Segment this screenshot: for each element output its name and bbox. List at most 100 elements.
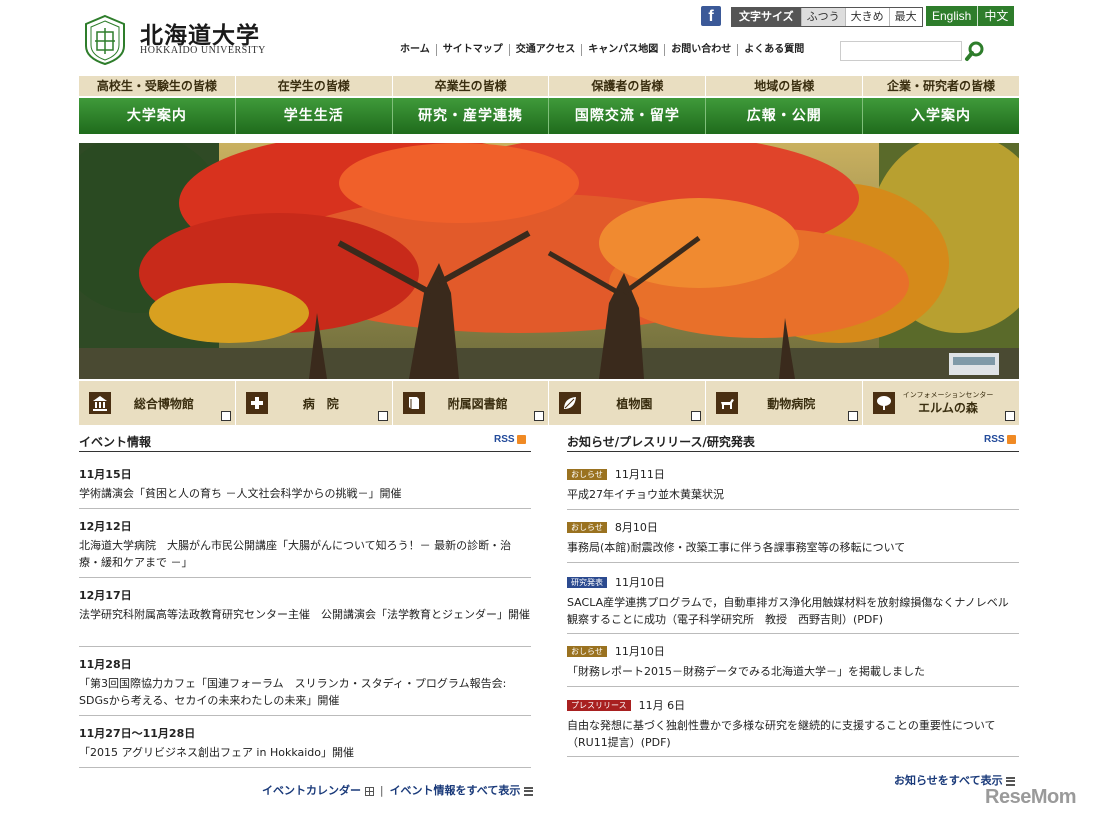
utility-nav: ホーム サイトマップ 交通アクセス キャンパス地図 お問い合わせ よくある質問 (394, 44, 810, 56)
calendar-grid-icon (364, 786, 374, 796)
font-size-normal-button[interactable]: ふつう (800, 8, 845, 26)
facility-label: インフォメーションセンター エルムの森 (902, 390, 994, 415)
util-link-access[interactable]: 交通アクセス (508, 44, 582, 56)
external-window-icon (848, 411, 859, 421)
facility-label: 附属図書館 (447, 396, 508, 411)
lang-english-button[interactable]: English (926, 6, 978, 26)
event-link[interactable]: 法学研究科附属高等法政教育研究センター主催 公開講演会「法学教育とジェンダー」開… (79, 606, 531, 623)
main-nav: 大学案内 学生生活 研究・産学連携 国際交流・留学 広報・公開 入学案内 (79, 98, 1019, 134)
all-events-link[interactable]: イベント情報をすべて表示 (390, 782, 534, 798)
facebook-icon[interactable]: f (701, 6, 721, 26)
leaf-icon (559, 392, 582, 414)
font-size-selector: 文字サイズ ふつう 大きめ 最大 (731, 7, 923, 27)
university-name-en[interactable]: HOKKAIDO UNIVERSITY (140, 45, 266, 56)
rss-icon (516, 435, 526, 444)
util-link-contact[interactable]: お問い合わせ (664, 44, 737, 56)
animal-icon (716, 392, 739, 414)
event-link[interactable]: 「2015 アグリビジネス創出フェア in Hokkaido」開催 (79, 744, 531, 761)
util-link-campus-map[interactable]: キャンパス地図 (581, 44, 664, 56)
news-link[interactable]: 事務局(本館)耐震改修・改築工事に伴う各課事務室等の移転について (567, 539, 1019, 556)
news-item-divider (567, 756, 1019, 757)
event-date: 12月12日 (79, 520, 132, 533)
news-item: プレスリリース 11月 6日 自由な発想に基づく独創性豊かで多様な研究を継続的に支… (567, 697, 1019, 751)
event-divider (79, 577, 531, 578)
search-input[interactable] (840, 41, 962, 61)
events-section-title: イベント情報 (79, 435, 152, 449)
nav-international[interactable]: 国際交流・留学 (548, 98, 705, 134)
facility-hospital[interactable]: 病 院 (234, 381, 392, 425)
news-item: 研究発表 11月10日 SACLA産学連携プログラムで，自動車排ガス浄化用触媒材料… (567, 574, 1019, 628)
news-badge: プレスリリース (567, 699, 631, 711)
list-icon (524, 786, 534, 796)
nav-about[interactable]: 大学案内 (79, 98, 235, 134)
news-item: おしらせ 11月11日 平成27年イチョウ並木黄葉状況 (567, 466, 1019, 503)
list-icon (1006, 776, 1016, 786)
news-item: おしらせ 11月10日 「財務レポート2015－財務データでみる北海道大学－」を掲… (567, 643, 1019, 680)
nav-public-relations[interactable]: 広報・公開 (705, 98, 862, 134)
event-item: 12月17日 法学研究科附属高等法政教育研究センター主催 公開講演会「法学教育と… (79, 587, 531, 623)
news-link[interactable]: 「財務レポート2015－財務データでみる北海道大学－」を掲載しました (567, 663, 1019, 680)
event-item: 11月28日 「第3回国際協力カフェ「国連フォーラム スリランカ・スタディ・プロ… (79, 656, 531, 709)
facility-label: 病 院 (302, 396, 339, 411)
event-calendar-link[interactable]: イベントカレンダー (262, 782, 374, 798)
news-badge: 研究発表 (567, 576, 607, 588)
audience-link-business[interactable]: 企業・研究者の皆様 (862, 76, 1019, 96)
facility-botanic-garden[interactable]: 植物園 (548, 381, 705, 425)
event-link[interactable]: 北海道大学病院 大腸がん市民公開講座「大腸がんについて知ろう！－ 最新の診断・治… (79, 537, 531, 571)
search-icon[interactable] (964, 40, 986, 62)
facility-elm-forest[interactable]: インフォメーションセンター エルムの森 (862, 381, 1019, 425)
audience-link-alumni[interactable]: 卒業生の皆様 (391, 76, 549, 96)
facility-library[interactable]: 附属図書館 (391, 381, 549, 425)
event-divider (79, 767, 531, 768)
nav-student-life[interactable]: 学生生活 (234, 98, 392, 134)
event-date: 11月27日～11月28日 (79, 727, 196, 740)
audience-nav: 高校生・受験生の皆様 在学生の皆様 卒業生の皆様 保護者の皆様 地域の皆様 企業… (79, 76, 1019, 96)
event-link[interactable]: 学術講演会「貧困と人の育ち －人文社会科学からの挑戦－」開催 (79, 485, 531, 502)
font-size-label: 文字サイズ (732, 8, 801, 26)
external-window-icon (1004, 411, 1015, 421)
news-date: 11月11日 (614, 468, 665, 481)
event-date: 11月15日 (79, 468, 132, 481)
hospital-cross-icon (245, 392, 268, 414)
font-size-large-button[interactable]: 大きめ (844, 8, 889, 26)
audience-link-prospective[interactable]: 高校生・受験生の皆様 (79, 76, 235, 96)
news-divider (567, 451, 1019, 452)
news-link[interactable]: SACLA産学連携プログラムで，自動車排ガス浄化用触媒材料を放射線損傷なくナノレ… (567, 594, 1019, 628)
util-link-faq[interactable]: よくある質問 (737, 44, 810, 56)
event-date: 12月17日 (79, 589, 132, 602)
resemom-watermark: ReseMom (985, 786, 1076, 808)
event-link[interactable]: 「第3回国際協力カフェ「国連フォーラム スリランカ・スタディ・プログラム報告会:… (79, 675, 531, 709)
font-size-max-button[interactable]: 最大 (888, 8, 922, 26)
university-emblem-logo[interactable] (80, 14, 130, 66)
news-date: 11月 6日 (638, 699, 686, 712)
nav-admissions[interactable]: 入学案内 (862, 98, 1019, 134)
news-badge: おしらせ (567, 645, 607, 657)
external-window-icon (534, 411, 545, 421)
external-window-icon (377, 411, 388, 421)
nav-research[interactable]: 研究・産学連携 (391, 98, 549, 134)
news-item-divider (567, 562, 1019, 563)
audience-link-parents[interactable]: 保護者の皆様 (548, 76, 705, 96)
lang-chinese-button[interactable]: 中文 (977, 6, 1015, 26)
audience-link-students[interactable]: 在学生の皆様 (234, 76, 392, 96)
news-date: 8月10日 (614, 521, 658, 534)
hero-autumn-maple-image (79, 143, 1019, 379)
events-divider (79, 451, 531, 452)
facility-links: 総合博物館 病 院 附属図書館 植物園 動物病院 インフォメーションセンター エル (79, 381, 1019, 425)
link-separator: | (379, 783, 384, 797)
news-item-divider (567, 686, 1019, 687)
facility-label: 総合博物館 (133, 396, 194, 411)
event-item: 11月27日～11月28日 「2015 アグリビジネス創出フェア in Hokk… (79, 725, 531, 761)
news-rss-link[interactable]: RSS (984, 434, 1016, 445)
util-link-sitemap[interactable]: サイトマップ (435, 44, 509, 56)
events-rss-link[interactable]: RSS (494, 434, 526, 445)
facility-veterinary-hospital[interactable]: 動物病院 (705, 381, 862, 425)
util-link-home[interactable]: ホーム (394, 44, 436, 56)
facility-museum[interactable]: 総合博物館 (79, 381, 235, 425)
events-footer-links: イベントカレンダー | イベント情報をすべて表示 (262, 782, 534, 798)
news-link[interactable]: 平成27年イチョウ並木黄葉状況 (567, 486, 1019, 503)
event-date: 11月28日 (79, 658, 132, 671)
news-link[interactable]: 自由な発想に基づく独創性豊かで多様な研究を継続的に支援することの重要性について（… (567, 717, 1019, 751)
audience-link-community[interactable]: 地域の皆様 (705, 76, 862, 96)
news-badge: おしらせ (567, 521, 607, 533)
